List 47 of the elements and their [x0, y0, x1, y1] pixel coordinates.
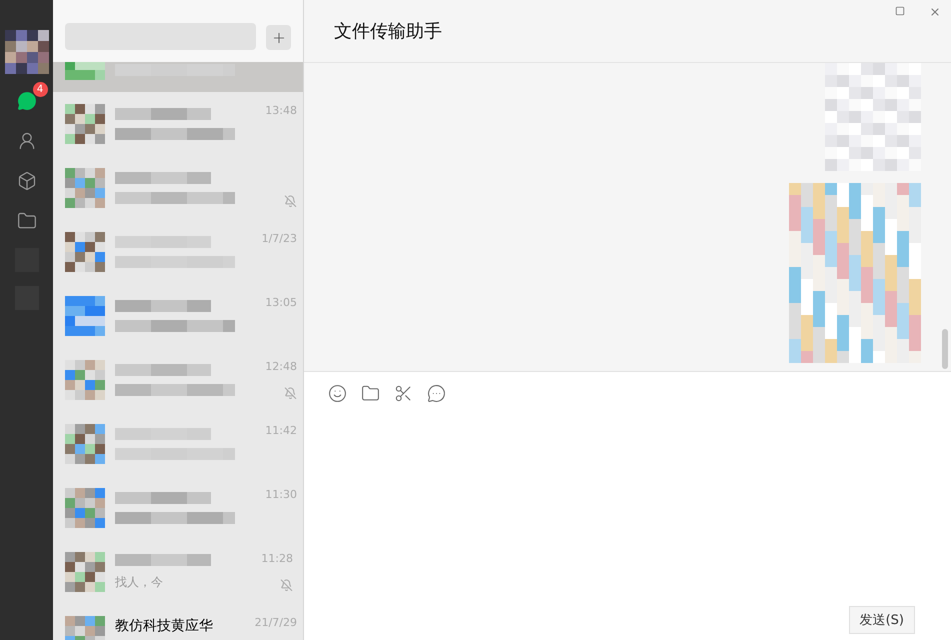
chat-list-item[interactable]: 1/7/23	[53, 220, 303, 284]
contact-name: 教仿科技黄应华	[115, 617, 214, 635]
chat-list-item[interactable]: 13:48	[53, 92, 303, 156]
folder-icon	[16, 211, 36, 231]
chat-history-button[interactable]	[427, 384, 446, 403]
message-time: 21/7/29	[254, 616, 297, 630]
avatar-pixelated	[4, 30, 48, 74]
avatar-pixelated	[65, 552, 105, 592]
send-button[interactable]: 发送(S)	[848, 606, 915, 634]
folder-icon	[361, 384, 380, 403]
chat-list-item[interactable]: 11:30	[53, 476, 303, 540]
avatar-pixelated	[65, 424, 105, 464]
message-preview: 找人，今	[115, 574, 164, 590]
chat-title: 文件传输助手	[334, 20, 442, 43]
chat-bubble-icon	[16, 91, 36, 111]
close-icon	[929, 6, 941, 18]
chat-list-item[interactable]: 13:05	[53, 284, 303, 348]
chat-list-item[interactable]: 11:42	[53, 412, 303, 476]
chat-list-item[interactable]: 找人，今 11:28	[53, 540, 303, 604]
emoji-button[interactable]	[328, 384, 347, 403]
unread-badge: 4	[32, 82, 48, 97]
message-time: 13:05	[265, 296, 297, 310]
message-time: 11:30	[265, 488, 297, 502]
maximize-icon	[895, 6, 905, 16]
message-time: 13:48	[265, 104, 297, 118]
add-button[interactable]	[266, 25, 291, 50]
smiley-icon	[328, 384, 347, 403]
avatar-pixelated	[65, 232, 105, 272]
avatar-pixelated	[65, 104, 105, 144]
avatar-pixelated	[65, 488, 105, 528]
scrollbar-thumb[interactable]	[942, 329, 948, 369]
chat-list-item[interactable]: 教仿科技黄应华 21/7/29	[53, 604, 303, 640]
scissors-icon	[394, 384, 413, 403]
message-time: 12:48	[265, 360, 297, 374]
message-time: 11:28	[261, 552, 293, 566]
chat-bubble-icon	[427, 384, 446, 403]
file-button[interactable]	[361, 384, 380, 403]
message-time: 1/7/23	[262, 232, 297, 246]
cube-icon	[16, 171, 36, 191]
maximize-button[interactable]	[895, 6, 905, 18]
screenshot-button[interactable]	[394, 384, 413, 403]
avatar-pixelated	[65, 296, 105, 336]
avatar-pixelated	[65, 360, 105, 400]
avatar-pixelated	[65, 168, 105, 208]
chat-list-item[interactable]: 12:48	[53, 348, 303, 412]
close-button[interactable]	[929, 6, 941, 18]
message-time: 11:42	[265, 424, 297, 438]
